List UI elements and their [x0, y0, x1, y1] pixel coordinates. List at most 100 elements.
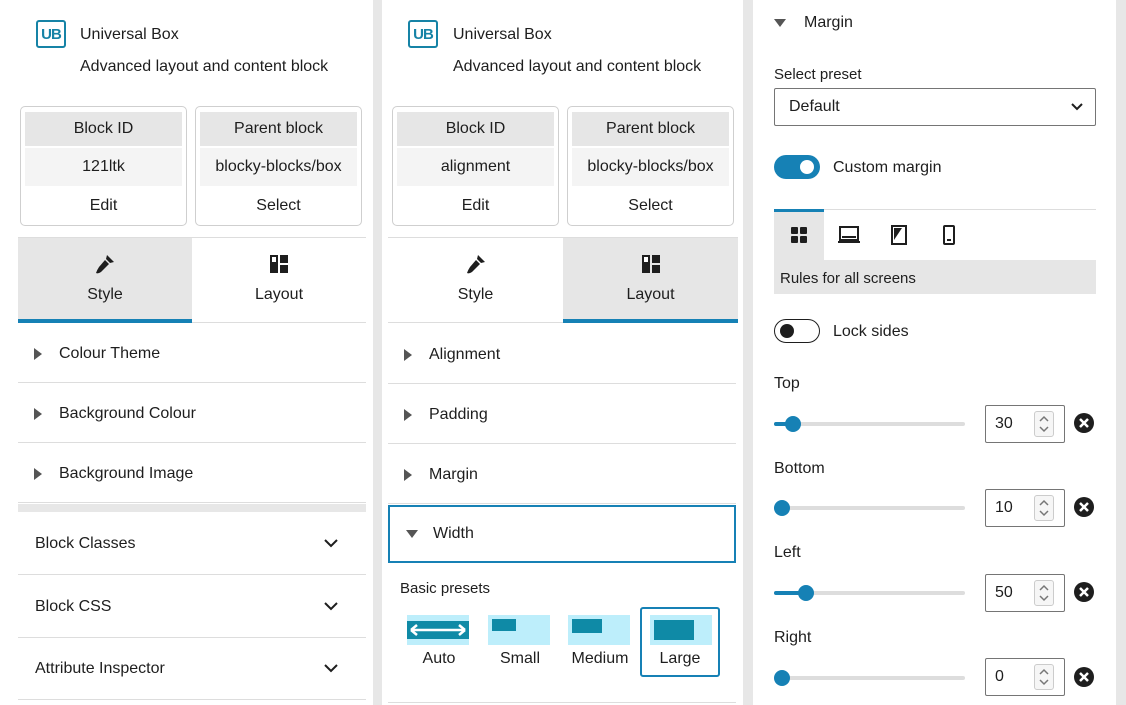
layout-icon — [641, 255, 660, 273]
section-divider — [18, 504, 366, 512]
background-image-row[interactable]: Background Image — [18, 445, 366, 503]
tab-style-label: Style — [87, 286, 123, 303]
universal-box-logo-icon: UB — [36, 20, 66, 48]
grid-icon — [791, 227, 807, 243]
toggle-knob — [780, 324, 794, 338]
parent-block-card: Parent block blocky-blocks/box Select — [567, 106, 734, 226]
preset-select[interactable]: Default — [774, 88, 1096, 126]
left-value: 50 — [995, 584, 1013, 601]
block-id-heading: Block ID — [25, 112, 182, 146]
margin-row[interactable]: Margin — [388, 446, 736, 504]
screen-size-tabs: Rules for all screens — [774, 209, 1096, 294]
top-slider-track[interactable] — [774, 416, 965, 432]
alignment-row[interactable]: Alignment — [388, 326, 736, 384]
preset-auto-label: Auto — [422, 650, 456, 667]
background-colour-label: Background Colour — [59, 404, 196, 422]
width-row[interactable]: Width — [388, 505, 736, 563]
block-id-value: alignment — [397, 148, 554, 186]
preset-medium[interactable]: Medium — [560, 607, 640, 677]
block-header: UB Universal Box Advanced layout and con… — [382, 0, 743, 100]
attribute-inspector-accordion[interactable]: Attribute Inspector — [18, 638, 366, 700]
block-id-card: Block ID 121ltk Edit — [20, 106, 187, 226]
spinner-icon[interactable] — [1034, 580, 1054, 606]
attribute-inspector-label: Attribute Inspector — [35, 659, 165, 677]
preset-large[interactable]: Large — [640, 607, 720, 677]
right-label: Right — [774, 629, 812, 646]
preset-bar — [654, 620, 694, 640]
chevron-down-icon — [324, 602, 338, 611]
block-description: Advanced layout and content block — [453, 58, 702, 75]
parent-block-value: blocky-blocks/box — [572, 148, 729, 186]
margin-section-toggle[interactable]: Margin — [774, 14, 853, 32]
padding-row[interactable]: Padding — [388, 386, 736, 444]
screen-tab-row — [774, 209, 1096, 260]
right-slider-thumb[interactable] — [774, 670, 790, 686]
collapse-triangle-icon — [406, 530, 418, 538]
lock-sides-toggle[interactable] — [774, 319, 820, 343]
parent-block-value: blocky-blocks/box — [200, 148, 357, 186]
tab-tablet[interactable] — [874, 210, 924, 260]
reset-bottom-icon[interactable] — [1073, 496, 1095, 518]
bottom-label: Bottom — [774, 460, 825, 477]
preset-small[interactable]: Small — [480, 607, 560, 677]
colour-theme-row[interactable]: Colour Theme — [18, 325, 366, 383]
edit-button[interactable]: Edit — [21, 193, 186, 219]
chevron-down-icon — [1071, 103, 1083, 111]
preset-bar — [572, 619, 602, 633]
block-description: Advanced layout and content block — [80, 58, 329, 75]
expand-triangle-icon — [34, 347, 42, 360]
reset-top-icon[interactable] — [1073, 412, 1095, 434]
expand-triangle-icon — [34, 407, 42, 420]
left-slider-thumb[interactable] — [798, 585, 815, 601]
custom-margin-toggle[interactable] — [774, 155, 820, 179]
block-id-value: 121ltk — [25, 148, 182, 186]
top-value-input[interactable]: 30 — [985, 405, 1065, 443]
padding-label: Padding — [429, 405, 488, 423]
divider — [388, 702, 736, 703]
margin-settings-panel: Margin Select preset Default Custom marg… — [753, 0, 1116, 705]
background-colour-row[interactable]: Background Colour — [18, 385, 366, 443]
block-css-accordion[interactable]: Block CSS — [18, 576, 366, 638]
spinner-icon[interactable] — [1034, 495, 1054, 521]
custom-margin-label: Custom margin — [833, 159, 942, 176]
preset-large-label: Large — [659, 650, 701, 667]
right-slider-track[interactable] — [774, 670, 965, 686]
spinner-icon[interactable] — [1034, 411, 1054, 437]
block-id-heading: Block ID — [397, 112, 554, 146]
preset-select-value: Default — [789, 98, 840, 115]
width-medium-icon — [568, 615, 630, 645]
left-value-input[interactable]: 50 — [985, 574, 1065, 612]
tab-layout[interactable]: Layout — [563, 238, 738, 323]
tab-layout[interactable]: Layout — [192, 238, 366, 322]
laptop-icon — [838, 226, 860, 243]
bottom-value: 10 — [995, 499, 1013, 516]
parent-block-card: Parent block blocky-blocks/box Select — [195, 106, 362, 226]
right-value-input[interactable]: 0 — [985, 658, 1065, 696]
reset-left-icon[interactable] — [1073, 581, 1095, 603]
tab-desktop[interactable] — [824, 210, 874, 260]
bottom-value-input[interactable]: 10 — [985, 489, 1065, 527]
expand-triangle-icon — [404, 348, 412, 361]
alignment-label: Alignment — [429, 345, 501, 363]
basic-presets-label: Basic presets — [400, 580, 491, 597]
select-parent-button[interactable]: Select — [568, 193, 733, 219]
spinner-icon[interactable] — [1034, 664, 1054, 690]
left-slider-track[interactable] — [774, 585, 965, 601]
block-classes-accordion[interactable]: Block Classes — [18, 513, 366, 575]
bottom-slider-thumb[interactable] — [774, 500, 790, 516]
preset-auto[interactable]: Auto — [399, 607, 479, 677]
tab-style[interactable]: Style — [18, 238, 192, 323]
bottom-slider-track[interactable] — [774, 500, 965, 516]
tab-mobile[interactable] — [924, 210, 974, 260]
tab-style[interactable]: Style — [388, 238, 563, 322]
reset-right-icon[interactable] — [1073, 666, 1095, 688]
select-parent-button[interactable]: Select — [196, 193, 361, 219]
edit-button[interactable]: Edit — [393, 193, 558, 219]
brush-icon — [466, 255, 485, 274]
background-image-label: Background Image — [59, 464, 194, 482]
margin-label: Margin — [429, 465, 478, 483]
top-slider-thumb[interactable] — [785, 416, 802, 432]
tab-all-screens[interactable] — [774, 209, 824, 260]
toggle-knob — [800, 160, 814, 174]
block-title: Universal Box — [80, 26, 179, 43]
